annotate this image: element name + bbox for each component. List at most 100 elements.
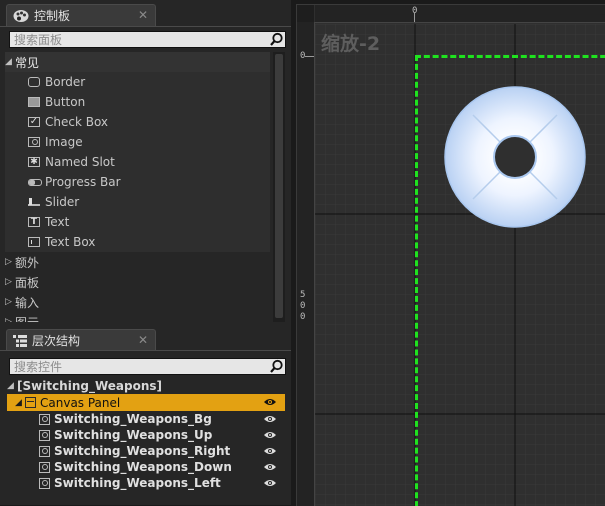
palette-scrollbar[interactable] <box>273 52 285 322</box>
scrollbar-thumb[interactable] <box>275 54 283 318</box>
hierarchy-search-box <box>9 358 286 375</box>
collapsed-arrow-icon: ▷ <box>5 297 12 307</box>
slider-icon <box>28 197 40 207</box>
category-common[interactable]: ◢ 常见 <box>5 52 270 72</box>
widget-label: Button <box>45 95 86 109</box>
child-widget-label: Switching_Weapons_Left <box>54 476 221 490</box>
border-icon <box>28 77 40 87</box>
collapsed-arrow-icon: ▷ <box>5 317 12 322</box>
widget-item-image[interactable]: Image <box>28 132 83 152</box>
child-row-right[interactable]: Switching_Weapons_Right <box>7 443 285 459</box>
widget-list: Border Button ✓ Check Box Image ✱ Named … <box>5 72 270 252</box>
ruler-top[interactable] <box>315 5 605 23</box>
widget-item-text[interactable]: T Text <box>28 212 69 232</box>
image-icon <box>39 461 50 473</box>
search-icon[interactable] <box>268 359 285 374</box>
hierarchy-tab[interactable]: 层次结构 ✕ <box>6 329 156 351</box>
ruler-left-tick <box>305 56 314 57</box>
ruler-left[interactable] <box>297 22 315 506</box>
child-widget-label: Switching_Weapons_Up <box>54 428 213 442</box>
progress-bar-icon <box>28 178 42 186</box>
category-primitive[interactable]: ▷ 图元 <box>5 312 270 323</box>
canvas-panel-icon <box>25 397 36 408</box>
hierarchy-icon <box>13 334 27 347</box>
palette-search-input[interactable] <box>10 32 268 47</box>
checkbox-icon: ✓ <box>28 116 40 127</box>
hierarchy-search-input[interactable] <box>10 359 268 374</box>
widget-item-text-box[interactable]: Text Box <box>28 232 95 252</box>
text-box-icon <box>28 237 40 247</box>
category-extra[interactable]: ▷ 额外 <box>5 252 270 272</box>
widget-label: Text <box>45 215 70 229</box>
palette-search-box <box>9 31 286 48</box>
category-panel[interactable]: ▷ 面板 <box>5 272 270 292</box>
search-icon[interactable] <box>268 32 285 47</box>
tab-divider <box>0 350 291 351</box>
widget-label: Check Box <box>45 115 109 129</box>
child-widget-label: Switching_Weapons_Right <box>54 444 231 458</box>
eye-icon[interactable] <box>264 463 276 471</box>
category-label: 常见 <box>15 55 40 70</box>
child-row-bg[interactable]: Switching_Weapons_Bg <box>7 411 285 427</box>
tab-divider <box>0 26 291 27</box>
designer-view[interactable]: 0 0 5 0 0 缩放-2 <box>296 4 605 506</box>
eye-icon[interactable] <box>264 479 276 487</box>
category-label: 输入 <box>15 295 40 310</box>
child-row-down[interactable]: Switching_Weapons_Down <box>7 459 285 475</box>
root-widget-label: [Switching_Weapons] <box>17 379 163 393</box>
child-row-up[interactable]: Switching_Weapons_Up <box>7 427 285 443</box>
eye-icon[interactable] <box>264 447 276 455</box>
widget-label: Progress Bar <box>45 175 121 189</box>
category-input[interactable]: ▷ 输入 <box>5 292 270 312</box>
palette-tab-label: 控制板 <box>34 9 71 23</box>
widget-item-named-slot[interactable]: ✱ Named Slot <box>28 152 115 172</box>
close-icon[interactable]: ✕ <box>138 8 148 22</box>
hierarchy-root[interactable]: ◢ [Switching_Weapons] <box>7 378 285 394</box>
category-label: 额外 <box>15 255 40 270</box>
ruler-left-label: 0 <box>300 51 306 61</box>
wheel-center-hole <box>493 135 537 179</box>
canvas-panel-row[interactable]: ◢ Canvas Panel <box>7 394 285 411</box>
eye-icon[interactable] <box>264 398 276 406</box>
image-icon <box>39 477 50 489</box>
eye-icon[interactable] <box>264 415 276 423</box>
ruler-top-label: 0 <box>412 6 418 16</box>
expanded-arrow-icon: ◢ <box>7 381 14 391</box>
ruler-corner <box>297 5 314 22</box>
image-icon <box>28 137 40 147</box>
ruler-left-label-500-c: 0 <box>300 312 306 322</box>
eye-icon[interactable] <box>264 431 276 439</box>
ruler-left-label-500-a: 5 <box>300 290 306 300</box>
collapsed-arrow-icon: ▷ <box>5 257 12 267</box>
category-clip: ▷ 图元 <box>5 312 270 323</box>
weapon-wheel[interactable] <box>443 85 587 229</box>
text-icon: T <box>28 217 40 227</box>
widget-item-slider[interactable]: Slider <box>28 192 79 212</box>
widget-label: Named Slot <box>45 155 115 169</box>
widget-label: Text Box <box>45 235 96 249</box>
widget-item-checkbox[interactable]: ✓ Check Box <box>28 112 108 132</box>
child-widget-label: Switching_Weapons_Down <box>54 460 232 474</box>
image-icon <box>39 413 50 425</box>
zoom-label: 缩放-2 <box>321 33 381 55</box>
image-icon <box>39 445 50 457</box>
named-slot-icon: ✱ <box>28 157 40 167</box>
expanded-arrow-icon: ◢ <box>15 397 22 408</box>
palette-tab[interactable]: 控制板 ✕ <box>6 4 156 26</box>
widget-item-border[interactable]: Border <box>28 72 85 92</box>
widget-item-button[interactable]: Button <box>28 92 85 112</box>
widget-label: Slider <box>45 195 80 209</box>
hierarchy-tab-label: 层次结构 <box>32 334 81 348</box>
palette-icon <box>13 9 29 22</box>
category-label: 面板 <box>15 275 40 290</box>
image-icon <box>39 429 50 441</box>
close-icon[interactable]: ✕ <box>138 333 148 347</box>
child-row-left[interactable]: Switching_Weapons_Left <box>7 475 285 491</box>
canvas-panel-label: Canvas Panel <box>40 395 121 410</box>
widget-label: Border <box>45 75 86 89</box>
widget-label: Image <box>45 135 83 149</box>
widget-item-progress-bar[interactable]: Progress Bar <box>28 172 121 192</box>
ruler-left-label-500-b: 0 <box>300 301 306 311</box>
button-icon <box>28 97 40 107</box>
hierarchy-panel: 层次结构 ✕ ◢ [Switching_Weapons] ◢ Canvas Pa… <box>0 327 291 505</box>
